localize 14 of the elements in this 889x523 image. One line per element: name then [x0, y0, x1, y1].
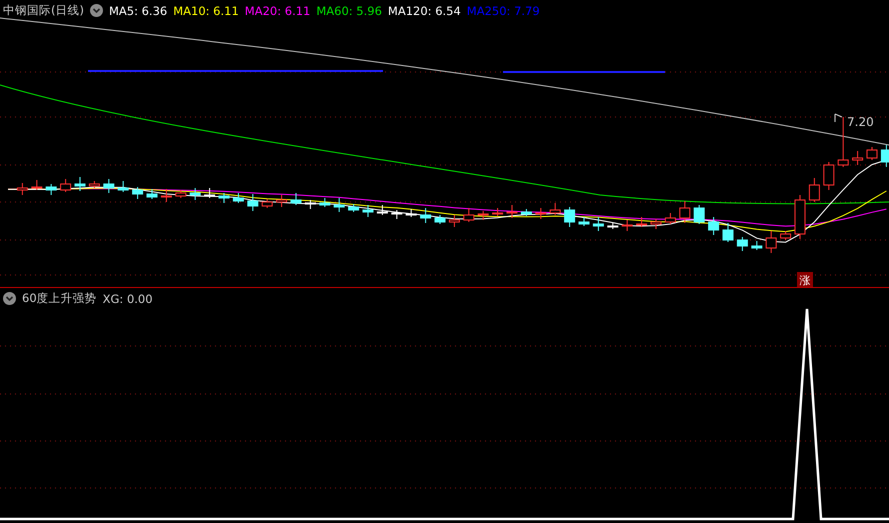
indicator-value: MA250: 7.79 [466, 4, 540, 18]
indicator-value: MA20: 6.11 [244, 4, 310, 18]
dropdown-icon[interactable] [90, 4, 103, 17]
indicator-value: MA60: 5.96 [316, 4, 382, 18]
flag-icon [835, 114, 842, 122]
indicator-value: XG: 0.00 [102, 292, 153, 306]
indicator-value: MA10: 6.11 [173, 4, 239, 18]
signal-badge: 涨 [797, 272, 813, 287]
indicator-value: MA120: 6.54 [388, 4, 461, 18]
high-price-label: 7.20 [847, 115, 874, 129]
chart-title: 中钢国际(日线) [3, 3, 84, 18]
dropdown-icon[interactable] [3, 292, 16, 305]
indicator-value: MA5: 6.36 [108, 4, 168, 18]
indicator-title: 60度上升强势 [22, 291, 97, 306]
